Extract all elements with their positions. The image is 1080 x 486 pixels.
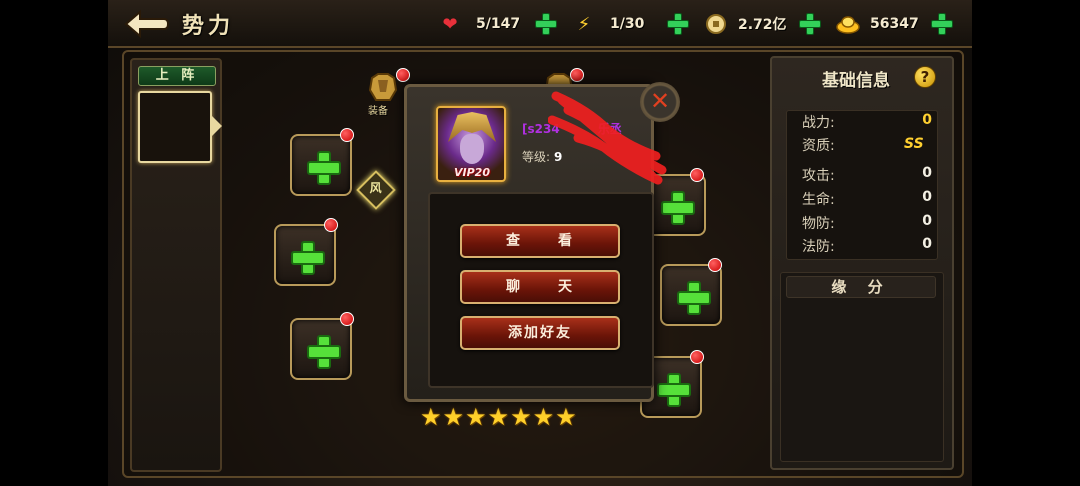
gold-ingot-icon [836,13,860,35]
stat-key: 生命: [802,192,835,208]
hero-slot-selected[interactable] [138,91,212,163]
stat-magic-def: 法防: 0 [802,236,932,256]
equipment-label: 装备 [368,106,388,117]
stat-key: 攻击: [802,168,835,184]
heart-icon: ❤ [442,13,458,35]
stat-value: 0 [922,213,932,229]
notification-dot [340,312,354,326]
help-button[interactable]: ? [914,66,936,88]
star-icon: ★ [442,403,465,431]
bond-panel [780,272,944,462]
aptitude-ss-icon: SS [904,136,924,152]
gold-resource: 56347 [836,12,919,36]
notification-dot [570,68,584,82]
game-screen: 势力 ❤ 5/147 ⚡ 1/30 2.72亿 56347 上 阵 装备 风 ★… [108,0,972,486]
view-button[interactable]: 查看 [460,224,620,258]
stat-value: 0 [922,189,932,205]
back-arrow-icon[interactable] [124,10,170,38]
star-icon: ★ [420,403,442,431]
slot-selector-arrow [212,116,222,136]
stat-value: 0 [922,165,932,181]
gem-label: 风 [369,181,382,196]
stat-phys-def: 物防: 0 [802,213,932,233]
add-equipment-icon [307,151,341,185]
armor-icon [368,73,398,101]
stat-key: 法防: [802,239,835,255]
stamina-value: 5/147 [476,16,521,32]
add-friend-button[interactable]: 添加好友 [460,316,620,350]
stat-key: 资质: [802,138,835,154]
star-icon: ★ [487,403,510,431]
player-level: 等级: 9 [522,148,562,165]
add-equipment-icon [677,281,711,315]
view-label-b: 看 [558,233,574,249]
add-gold-button[interactable] [930,12,953,35]
vip-badge: VIP20 [454,166,490,179]
stamina-resource: ❤ 5/147 [438,12,520,36]
notification-dot [690,168,704,182]
level-label: 等级: [522,150,551,164]
stat-power: 战力: 0 [802,112,932,132]
energy-value: 1/30 [610,16,645,32]
stat-value: 0 [922,112,932,128]
coin-resource: 2.72亿 [704,12,787,36]
player-name: [s234 乐丞 [522,120,622,137]
chat-label-a: 聊 [506,279,522,295]
star-icon: ★ [510,403,532,431]
face-graphic [460,134,484,164]
equip-slot-3[interactable] [290,318,352,380]
info-title: 基础信息 [822,71,890,91]
notification-dot [324,218,338,232]
stat-hp: 生命: 0 [802,189,932,209]
deploy-tab[interactable]: 上 阵 [138,66,216,86]
level-value: 9 [554,150,563,164]
chat-label-b: 天 [558,279,574,295]
equip-slot-5[interactable] [660,264,722,326]
notification-dot [708,258,722,272]
player-name-tail: 乐丞 [597,122,622,136]
add-coin-button[interactable] [798,12,821,35]
add-equipment-icon [307,335,341,369]
coin-icon [704,13,728,35]
energy-resource: ⚡ 1/30 [572,12,650,36]
coin-value: 2.72亿 [738,17,787,33]
bond-title: 缘 分 [786,276,936,298]
star-icon: ★ [532,403,555,431]
add-equipment-icon [661,191,695,225]
player-name-head: [s234 [522,122,560,136]
add-energy-button[interactable] [666,12,689,35]
close-icon[interactable]: ✕ [640,82,680,122]
chat-button[interactable]: 聊天 [460,270,620,304]
stat-key: 战力: [802,115,835,131]
add-stamina-button[interactable] [534,12,557,35]
lightning-icon: ⚡ [577,13,591,35]
gold-value: 56347 [870,16,919,32]
star-icon: ★ [465,403,487,431]
add-equipment-icon [657,373,691,407]
notification-dot [690,350,704,364]
equip-slot-2[interactable] [274,224,336,286]
stat-key: 物防: [802,216,835,232]
star-rating: ★ ★ ★ ★ ★ ★ ★ [420,405,577,429]
star-icon: ★ [555,403,577,431]
add-equipment-icon [291,241,325,275]
stat-value: 0 [922,236,932,252]
notification-dot [340,128,354,142]
notification-dot [396,68,410,82]
view-label-a: 查 [506,233,522,249]
stat-attack: 攻击: 0 [802,165,932,185]
equip-slot-1[interactable] [290,134,352,196]
page-title: 势力 [182,14,235,39]
